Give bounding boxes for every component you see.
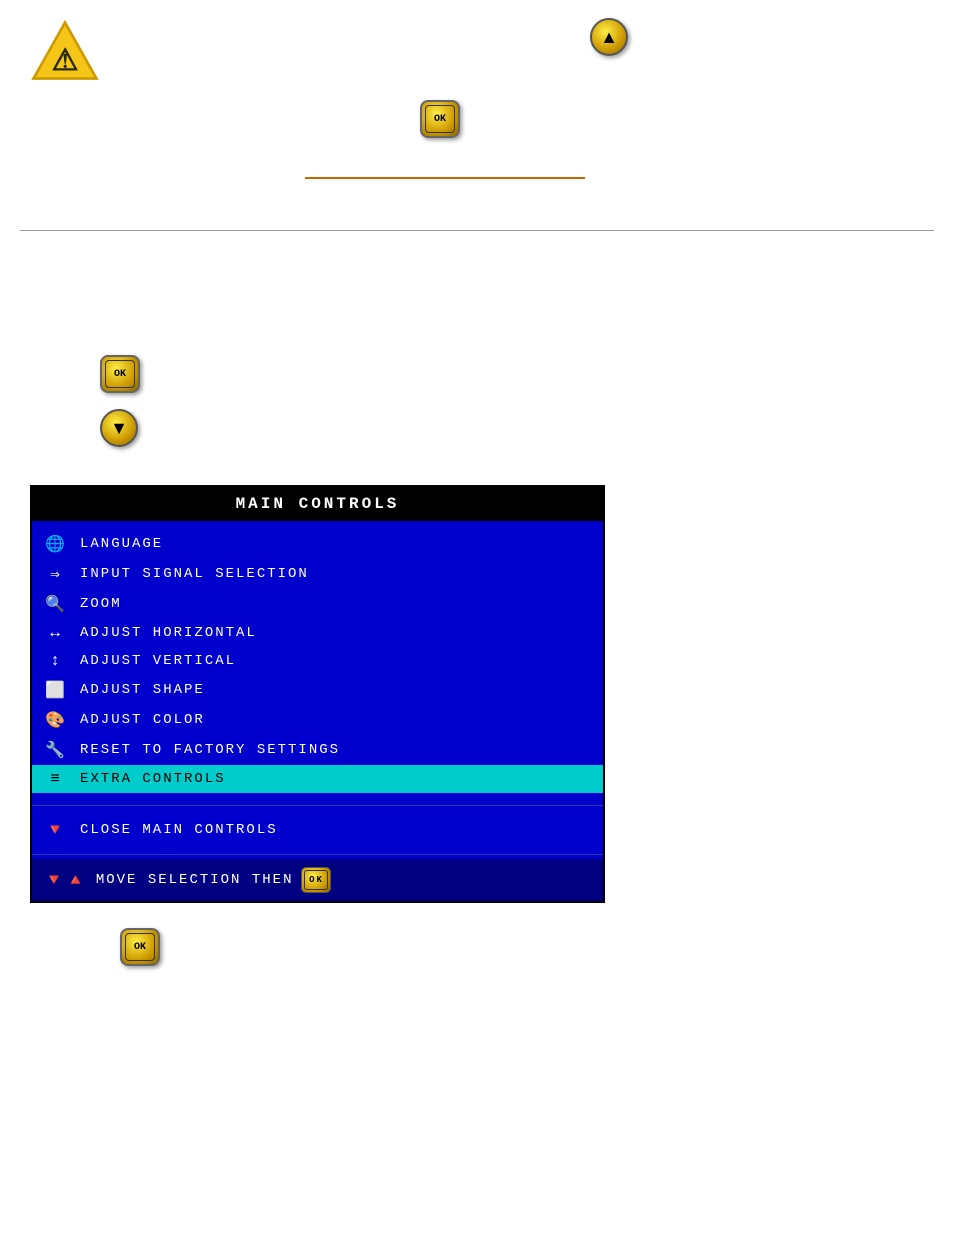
- svg-text:⚠: ⚠: [52, 44, 79, 77]
- osd-separator-1: [32, 805, 603, 806]
- osd-item-shape[interactable]: ⬜ ADJUST SHAPE: [32, 675, 603, 705]
- body-text-3: [30, 315, 924, 337]
- osd-item-reset[interactable]: 🔧 RESET TO FACTORY SETTINGS: [32, 735, 603, 765]
- body-text-1: [30, 251, 924, 273]
- body-section: OK ▼: [0, 231, 954, 475]
- osd-item-label-zoom: ZOOM: [80, 596, 122, 612]
- warning-icon: ⚠: [30, 18, 100, 83]
- ok-button-bottom[interactable]: OK: [120, 928, 160, 966]
- osd-items-list: 🌐 LANGUAGE ⇒ INPUT SIGNAL SELECTION 🔍 ZO…: [32, 521, 603, 801]
- osd-item-label-extra: EXTRA CONTROLS: [80, 771, 226, 787]
- osd-item-horizontal[interactable]: ↔ ADJUST HORIZONTAL: [32, 619, 603, 647]
- ok-button-top[interactable]: OK: [420, 100, 460, 138]
- osd-item-extra[interactable]: ≡ EXTRA CONTROLS: [32, 765, 603, 793]
- reset-icon: 🔧: [44, 740, 68, 760]
- input-signal-icon: ⇒: [44, 564, 68, 584]
- language-icon: 🌐: [44, 534, 68, 554]
- osd-item-label-language: LANGUAGE: [80, 536, 163, 552]
- ok-small-icon: OK: [301, 867, 331, 893]
- osd-item-label-horizontal: ADJUST HORIZONTAL: [80, 625, 257, 641]
- osd-footer-label: MOVE SELECTION THEN: [96, 872, 294, 888]
- up-arrow-button[interactable]: ▲: [590, 18, 628, 56]
- osd-item-label-vertical: ADJUST VERTICAL: [80, 653, 236, 669]
- osd-item-label-color: ADJUST COLOR: [80, 712, 205, 728]
- osd-item-vertical[interactable]: ↕ ADJUST VERTICAL: [32, 647, 603, 675]
- shape-icon: ⬜: [44, 680, 68, 700]
- horizontal-icon: ↔: [44, 624, 68, 642]
- osd-item-label-reset: RESET TO FACTORY SETTINGS: [80, 742, 340, 758]
- down-arrow-button[interactable]: ▼: [100, 409, 138, 447]
- osd-separator-2: [32, 854, 603, 855]
- up-button-top[interactable]: ▲: [590, 18, 628, 56]
- osd-item-zoom[interactable]: 🔍 ZOOM: [32, 589, 603, 619]
- osd-item-label-input: INPUT SIGNAL SELECTION: [80, 566, 309, 582]
- zoom-icon: 🔍: [44, 594, 68, 614]
- ok-button-mid-inner[interactable]: OK: [100, 355, 140, 393]
- osd-item-language[interactable]: 🌐 LANGUAGE: [32, 529, 603, 559]
- down-button-mid[interactable]: ▼: [100, 409, 138, 447]
- osd-item-color[interactable]: 🎨 ADJUST COLOR: [32, 705, 603, 735]
- ok-small: OK: [301, 867, 331, 893]
- ok-button-bottom-inner[interactable]: OK: [120, 928, 160, 966]
- osd-item-label-shape: ADJUST SHAPE: [80, 682, 205, 698]
- body-text-2: [30, 283, 924, 305]
- close-main-icon: 🔻: [44, 820, 68, 840]
- orange-link[interactable]: [305, 175, 585, 179]
- vertical-icon: ↕: [44, 652, 68, 670]
- ok-button-mid[interactable]: OK: [100, 355, 140, 393]
- ok-button-top[interactable]: OK: [420, 100, 460, 138]
- osd-menu: MAIN CONTROLS 🌐 LANGUAGE ⇒ INPUT SIGNAL …: [30, 485, 605, 903]
- color-detected-label: COLOR: [153, 712, 205, 728]
- osd-footer: 🔻🔺 MOVE SELECTION THEN OK: [32, 859, 603, 901]
- osd-title: MAIN CONTROLS: [32, 487, 603, 521]
- osd-item-input[interactable]: ⇒ INPUT SIGNAL SELECTION: [32, 559, 603, 589]
- color-icon: 🎨: [44, 710, 68, 730]
- footer-arrows-icon: 🔻🔺: [44, 870, 88, 890]
- osd-close-label: CLOSE MAIN CONTROLS: [80, 822, 278, 838]
- extra-controls-icon: ≡: [44, 770, 68, 788]
- osd-close-row[interactable]: 🔻 CLOSE MAIN CONTROLS: [32, 810, 603, 850]
